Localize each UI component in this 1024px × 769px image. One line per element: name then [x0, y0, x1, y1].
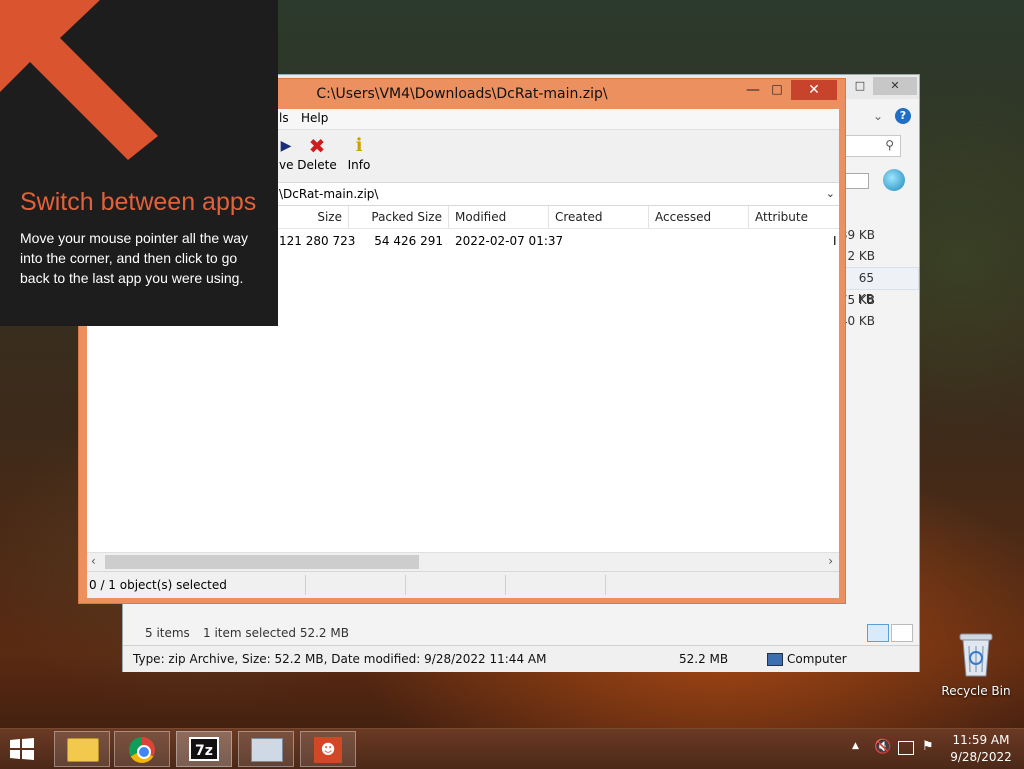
- action-center-flag-icon[interactable]: ⚑: [922, 739, 934, 754]
- selection-info: 1 item selected 52.2 MB: [203, 626, 349, 640]
- explorer-status-bar: 5 items 1 item selected 52.2 MB: [131, 623, 913, 643]
- details-location: Computer: [787, 652, 847, 666]
- details-size: 52.2 MB: [679, 652, 729, 666]
- status-segment: [305, 575, 406, 595]
- status-segment: [405, 575, 506, 595]
- column-header-accessed[interactable]: Accessed: [649, 206, 749, 228]
- delete-label: Delete: [297, 158, 337, 172]
- move-label: ve: [279, 158, 293, 172]
- status-segment: [505, 575, 606, 595]
- info-icon: ℹ: [355, 135, 363, 156]
- list-item[interactable]: 39 KB: [839, 225, 919, 246]
- chevron-down-icon[interactable]: ⌄: [873, 109, 883, 123]
- sevenzip-close-button[interactable]: ✕: [791, 80, 837, 100]
- horizontal-scrollbar[interactable]: ‹ ›: [87, 552, 839, 571]
- explorer-ribbon-toggle: ⌄ ?: [843, 107, 917, 129]
- explorer-close-button[interactable]: ✕: [873, 77, 917, 95]
- cell-packed-size: 54 426 291: [374, 234, 443, 248]
- large-icons-view-button[interactable]: [891, 624, 913, 642]
- taskbar: 7z ☻ ▲ 🔇 ⚑ 11:59 AM 9/28/2022: [0, 728, 1024, 769]
- folder-icon: [67, 738, 99, 762]
- column-header-modified[interactable]: Modified: [449, 206, 549, 228]
- cell-attributes: I: [833, 234, 837, 248]
- address-path: \DcRat-main.zip\: [279, 187, 379, 201]
- search-icon: ⚲: [885, 138, 894, 152]
- chrome-icon-center: [137, 745, 151, 759]
- column-header-packed-size[interactable]: Packed Size: [349, 206, 449, 228]
- hint-body: Move your mouse pointer all the way into…: [20, 230, 248, 286]
- sevenzip-status-bar: 0 / 1 object(s) selected: [87, 571, 839, 598]
- taskbar-7zip[interactable]: 7z: [176, 731, 232, 767]
- explorer-search-box[interactable]: ⚲: [845, 135, 901, 157]
- status-selected: 0 / 1 object(s) selected: [89, 575, 306, 595]
- column-header-attributes[interactable]: Attribute: [749, 206, 839, 228]
- clock-date: 9/28/2022: [950, 750, 1012, 764]
- sevenzip-icon: 7z: [189, 737, 219, 761]
- taskbar-performance-monitor[interactable]: [238, 731, 294, 767]
- delete-x-icon: ✖: [308, 134, 326, 158]
- cell-created: [555, 231, 649, 251]
- list-item[interactable]: 65 KB: [839, 267, 919, 306]
- menu-tools[interactable]: ls: [279, 111, 289, 125]
- scrollbar-thumb[interactable]: [105, 555, 419, 569]
- switch-apps-hint: Switch between apps Move your mouse poin…: [0, 0, 278, 326]
- items-count: 5 items: [145, 626, 190, 640]
- show-hidden-icons-icon[interactable]: ▲: [852, 741, 859, 751]
- recycle-bin-desktop-icon[interactable]: Recycle Bin: [940, 632, 1012, 698]
- list-item[interactable]: 40 KB: [839, 311, 919, 332]
- shell-icon[interactable]: [883, 169, 905, 191]
- chevron-down-icon[interactable]: ⌄: [826, 183, 835, 205]
- cell-modified: 2022-02-07 01:37: [455, 234, 564, 248]
- explorer-view-options[interactable]: [845, 173, 869, 189]
- scroll-left-icon[interactable]: ‹: [91, 554, 96, 568]
- list-item[interactable]: 75 KB: [839, 290, 919, 311]
- recycle-bin-icon: [959, 633, 993, 677]
- hint-title: Switch between apps: [20, 188, 257, 216]
- monitor-icon: [251, 738, 283, 762]
- start-button[interactable]: [8, 737, 36, 761]
- delete-button[interactable]: ✖ Delete: [297, 134, 337, 178]
- column-header-created[interactable]: Created: [549, 206, 649, 228]
- column-header-size[interactable]: Size: [279, 206, 349, 228]
- volume-muted-icon[interactable]: 🔇: [874, 739, 891, 755]
- move-button[interactable]: ▶ ve: [279, 134, 293, 178]
- cell-size: 121 280 723: [279, 234, 356, 248]
- taskbar-chrome[interactable]: [114, 731, 170, 767]
- cell-accessed: [655, 231, 749, 251]
- scroll-right-icon[interactable]: ›: [828, 554, 833, 568]
- sevenzip-minimize-button[interactable]: —: [741, 80, 765, 100]
- windows-logo-icon: [10, 738, 34, 760]
- taskbar-people-app[interactable]: ☻: [300, 731, 356, 767]
- explorer-file-list: 39 KB 2 KB 65 KB 75 KB 40 KB: [839, 225, 919, 332]
- clock[interactable]: 11:59 AM 9/28/2022: [948, 733, 1014, 764]
- taskbar-file-explorer[interactable]: [54, 731, 110, 767]
- clock-time: 11:59 AM: [952, 733, 1010, 747]
- explorer-maximize-button[interactable]: □: [847, 77, 873, 95]
- details-view-button[interactable]: [867, 624, 889, 642]
- list-item[interactable]: 2 KB: [839, 246, 919, 267]
- move-arrow-icon: ▶: [280, 138, 292, 154]
- info-label: Info: [347, 158, 371, 172]
- recycle-bin-label: Recycle Bin: [941, 684, 1011, 698]
- network-icon[interactable]: [898, 741, 914, 755]
- details-text: Type: zip Archive, Size: 52.2 MB, Date m…: [133, 652, 547, 666]
- menu-help[interactable]: Help: [301, 111, 328, 125]
- corner-arrow-icon: [0, 0, 158, 160]
- help-icon[interactable]: ?: [895, 108, 911, 124]
- explorer-details-pane: Type: zip Archive, Size: 52.2 MB, Date m…: [123, 645, 919, 672]
- computer-icon: [767, 653, 783, 666]
- sevenzip-maximize-button[interactable]: □: [765, 80, 789, 100]
- people-icon: ☻: [314, 737, 342, 763]
- info-button[interactable]: ℹ Info: [345, 134, 373, 178]
